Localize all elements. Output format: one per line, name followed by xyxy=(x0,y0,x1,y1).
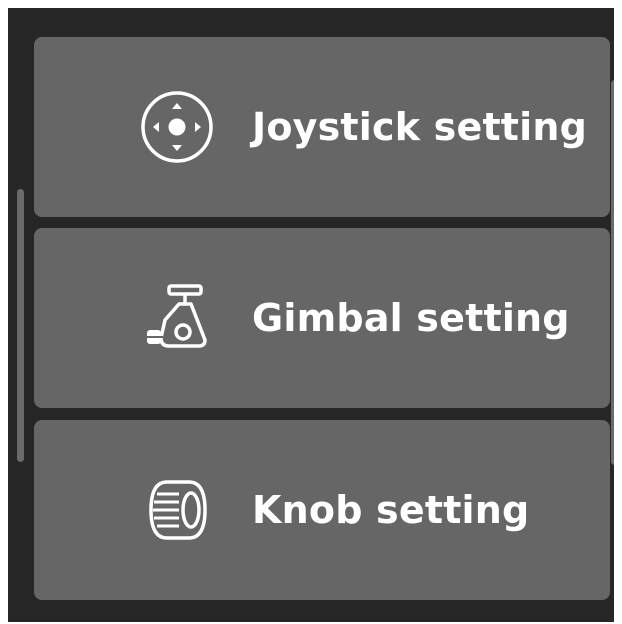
scrollbar-right[interactable] xyxy=(611,80,614,465)
menu-item-gimbal-setting[interactable]: Gimbal setting xyxy=(34,228,610,408)
menu-item-label: Gimbal setting xyxy=(252,296,570,340)
menu-item-knob-setting[interactable]: Knob setting xyxy=(34,420,610,600)
menu-item-joystick-setting[interactable]: Joystick setting xyxy=(34,37,610,217)
menu-item-label: Joystick setting xyxy=(252,105,588,149)
menu-item-label: Knob setting xyxy=(252,488,530,532)
scrollbar-left[interactable] xyxy=(17,189,24,462)
gimbal-icon xyxy=(139,280,215,356)
knob-icon xyxy=(139,472,215,548)
joystick-icon xyxy=(139,89,215,165)
settings-screen: Joystick setting Gimbal setting Knob set… xyxy=(8,8,614,622)
